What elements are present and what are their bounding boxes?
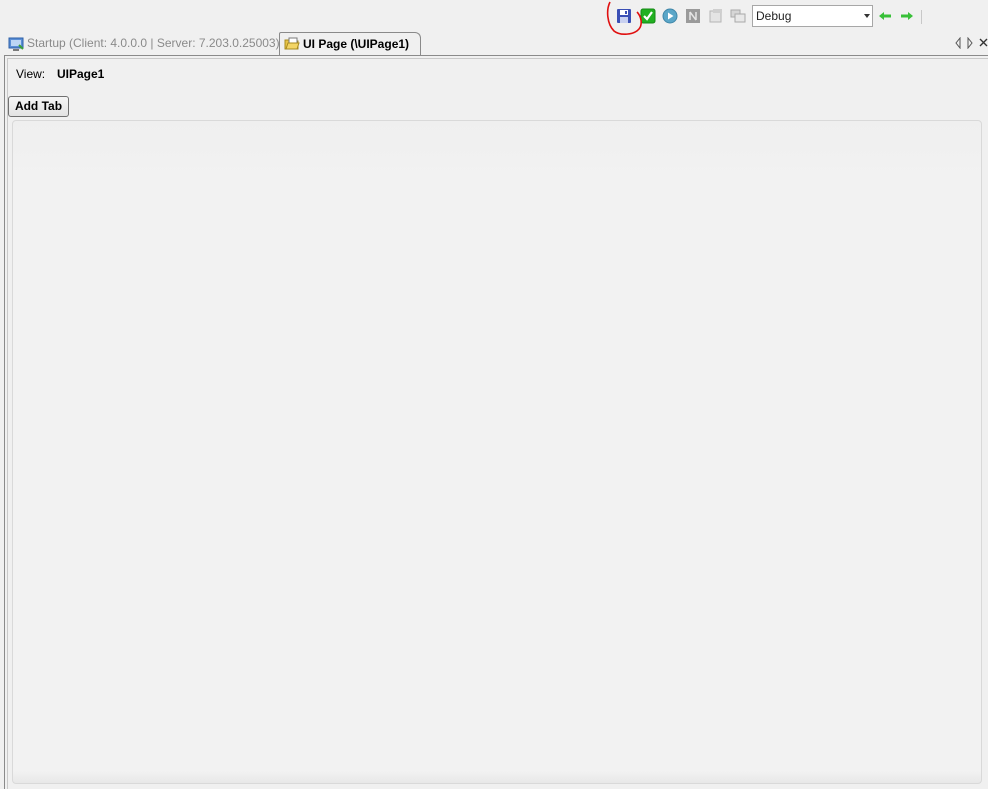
tab-startup-label: Startup (Client: 4.0.0.0 | Server: 7.203… — [27, 36, 280, 50]
add-tab-button[interactable]: Add Tab — [8, 96, 69, 117]
configuration-dropdown[interactable]: Debug — [752, 5, 873, 27]
view-value: UIPage1 — [57, 67, 105, 81]
view-label: View: — [16, 67, 46, 81]
chevron-down-icon — [864, 14, 870, 18]
cascade-windows-icon[interactable] — [730, 8, 746, 24]
tab-ui-page[interactable]: UI Page (\UIPage1) — [279, 32, 421, 55]
scroll-tabs-right-icon[interactable] — [966, 37, 974, 49]
new-window-icon[interactable] — [708, 8, 724, 24]
document-tab-strip: Startup (Client: 4.0.0.0 | Server: 7.203… — [0, 32, 988, 55]
check-icon[interactable] — [640, 8, 656, 24]
tab-startup[interactable]: Startup (Client: 4.0.0.0 | Server: 7.203… — [6, 32, 280, 55]
folder-page-icon — [284, 36, 300, 52]
configuration-value: Debug — [756, 9, 792, 23]
stop-icon[interactable] — [685, 8, 701, 24]
close-tab-icon[interactable] — [979, 37, 988, 49]
toolbar-separator — [921, 10, 922, 24]
forward-arrow-icon[interactable] — [899, 8, 915, 24]
scroll-tabs-left-icon[interactable] — [954, 37, 962, 49]
tab-container-area — [12, 120, 982, 784]
back-arrow-icon[interactable] — [877, 8, 893, 24]
save-icon[interactable] — [616, 8, 632, 24]
toolbar: Debug — [0, 0, 988, 35]
monitor-icon — [8, 36, 24, 52]
run-icon[interactable] — [662, 8, 678, 24]
tab-ui-page-label: UI Page (\UIPage1) — [303, 36, 410, 51]
